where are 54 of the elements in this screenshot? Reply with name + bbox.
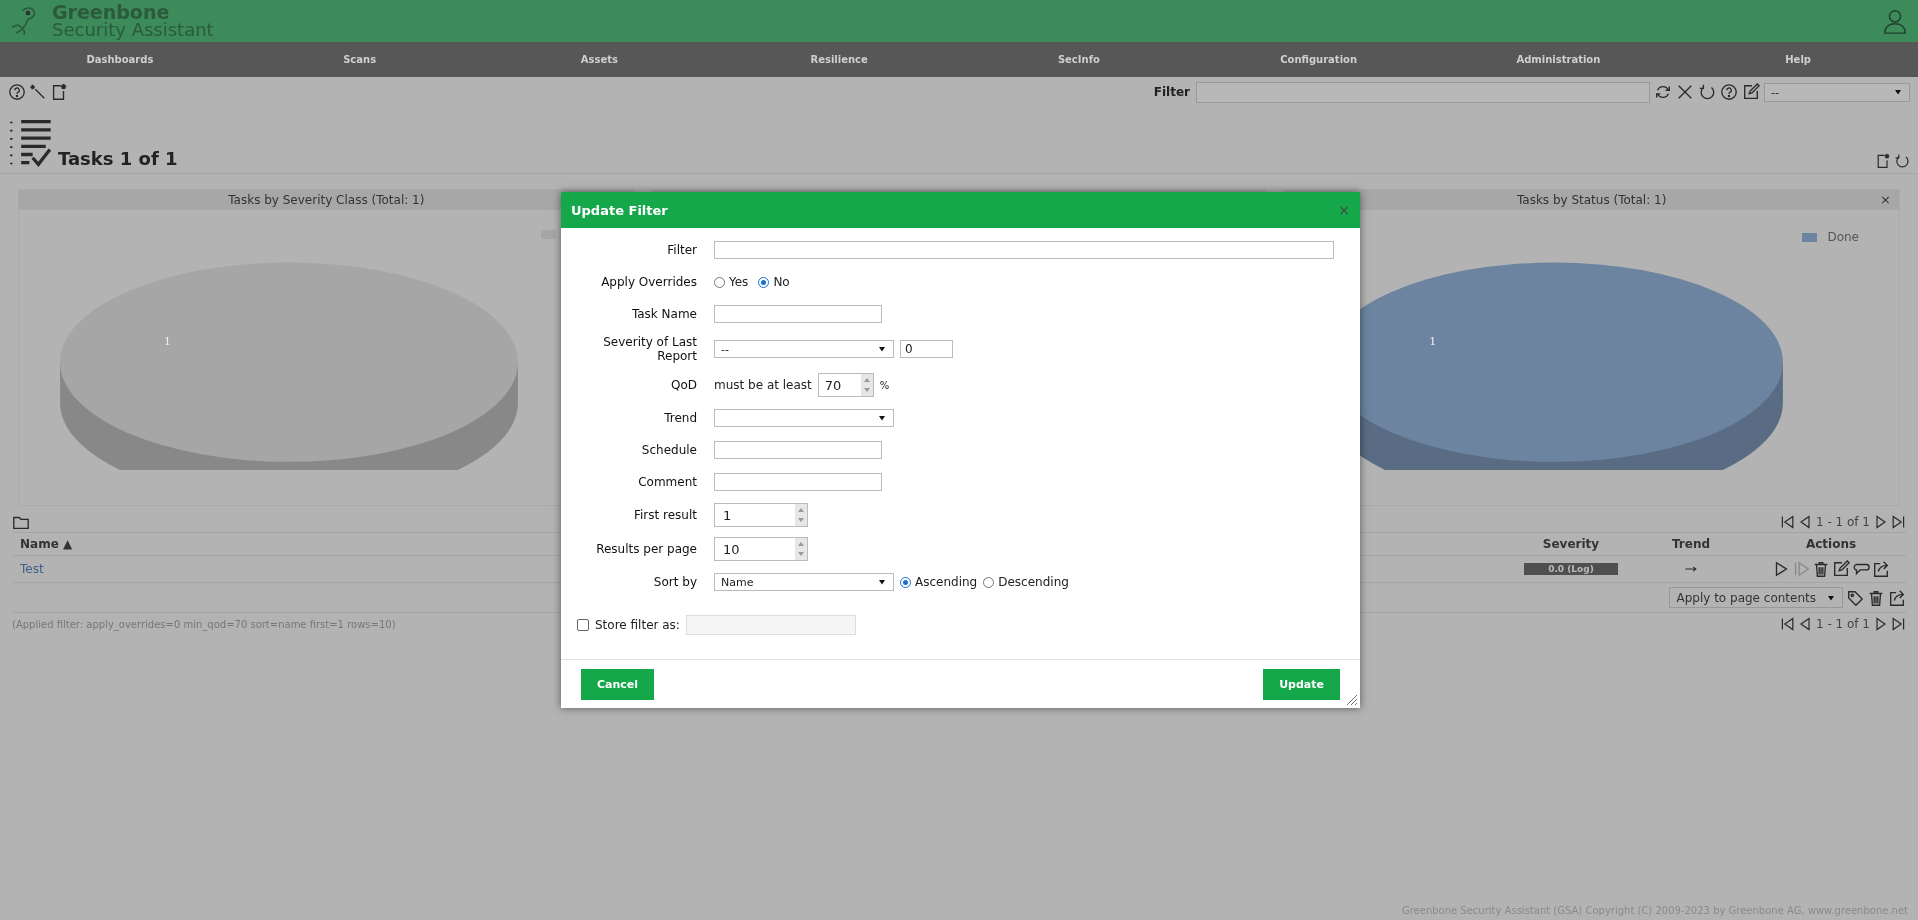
number-field[interactable]: 10 xyxy=(714,537,808,561)
field-label: Filter xyxy=(666,243,697,257)
column-header: Actions xyxy=(1756,532,1906,556)
nav-menu-item[interactable]: Assets xyxy=(479,54,720,65)
field-label: Comment xyxy=(637,475,697,489)
update-button[interactable]: Update xyxy=(1263,669,1340,700)
nav-menu-item[interactable]: Dashboards xyxy=(0,54,240,65)
nav-menu-item[interactable]: Configuration xyxy=(1198,54,1439,65)
task-link[interactable]: Test xyxy=(20,562,44,576)
percent-sign: % xyxy=(879,379,890,391)
radio-option[interactable]: No xyxy=(758,275,790,289)
filter-label: Filter xyxy=(1153,85,1190,99)
field-label: Schedule xyxy=(640,443,697,457)
checkbox-label: Store filter as: xyxy=(595,618,680,632)
cancel-button[interactable]: Cancel xyxy=(581,669,655,700)
nav-menu-item[interactable]: SecInfo xyxy=(959,54,1199,65)
page-count: 1 - 1 of 1 xyxy=(1815,617,1870,631)
nav-menu-item[interactable]: Scans xyxy=(239,54,480,65)
column-header: Severity xyxy=(1516,532,1626,556)
number-field[interactable]: 1 xyxy=(714,503,808,527)
field-label: First result xyxy=(632,508,697,522)
field-label: Apply Overrides xyxy=(600,275,697,289)
field-label: Sort by xyxy=(652,575,697,589)
radio-option[interactable]: Ascending xyxy=(900,575,978,589)
applied-filter-text: (Applied filter: apply_overrides=0 min_qod=70 sort=name first=1 rows=10) xyxy=(12,618,396,630)
number-field[interactable]: 0 xyxy=(900,340,953,358)
page-title: Tasks 1 of 1 xyxy=(58,148,178,171)
close-button[interactable]: × xyxy=(1880,192,1891,207)
sort-dropdown[interactable]: Name xyxy=(714,573,894,591)
filter-dropdown[interactable]: -- xyxy=(1764,82,1910,102)
page-count: 1 - 1 of 1 xyxy=(1815,515,1870,529)
field-label: Results per page xyxy=(595,542,697,556)
severity-bar: 0.0 (Log) xyxy=(1524,563,1618,575)
bulk-action-dropdown[interactable]: Apply to page contents xyxy=(1669,587,1843,608)
severity-dropdown[interactable]: -- xyxy=(714,340,894,358)
close-button[interactable]: × xyxy=(1338,202,1350,218)
chart-title: Tasks by Severity Class (Total: 1) xyxy=(228,193,425,207)
nav-menu-item[interactable]: Resilience xyxy=(719,54,959,65)
number-field[interactable]: 70 xyxy=(817,373,874,397)
slice-label: 1 xyxy=(1429,335,1437,348)
legend-label: Done xyxy=(1827,230,1859,244)
field-label: QoD xyxy=(669,378,697,392)
dialog-title: Update Filter xyxy=(571,202,668,218)
qod-prefix: must be at least xyxy=(714,378,812,392)
nav-menu-item[interactable]: Help xyxy=(1678,54,1918,65)
radio-option[interactable]: Descending xyxy=(983,575,1069,589)
nav-menu-item[interactable]: Administration xyxy=(1438,54,1679,65)
field-label: Task Name xyxy=(630,307,697,321)
radio-option[interactable]: Yes xyxy=(714,275,749,289)
field-label: Trend xyxy=(663,411,697,425)
field-label: Severity of Last Report xyxy=(602,335,697,363)
chart-title: Tasks by Status (Total: 1) xyxy=(1516,193,1667,207)
slice-label: 1 xyxy=(164,335,171,348)
column-header: Trend xyxy=(1626,532,1756,556)
